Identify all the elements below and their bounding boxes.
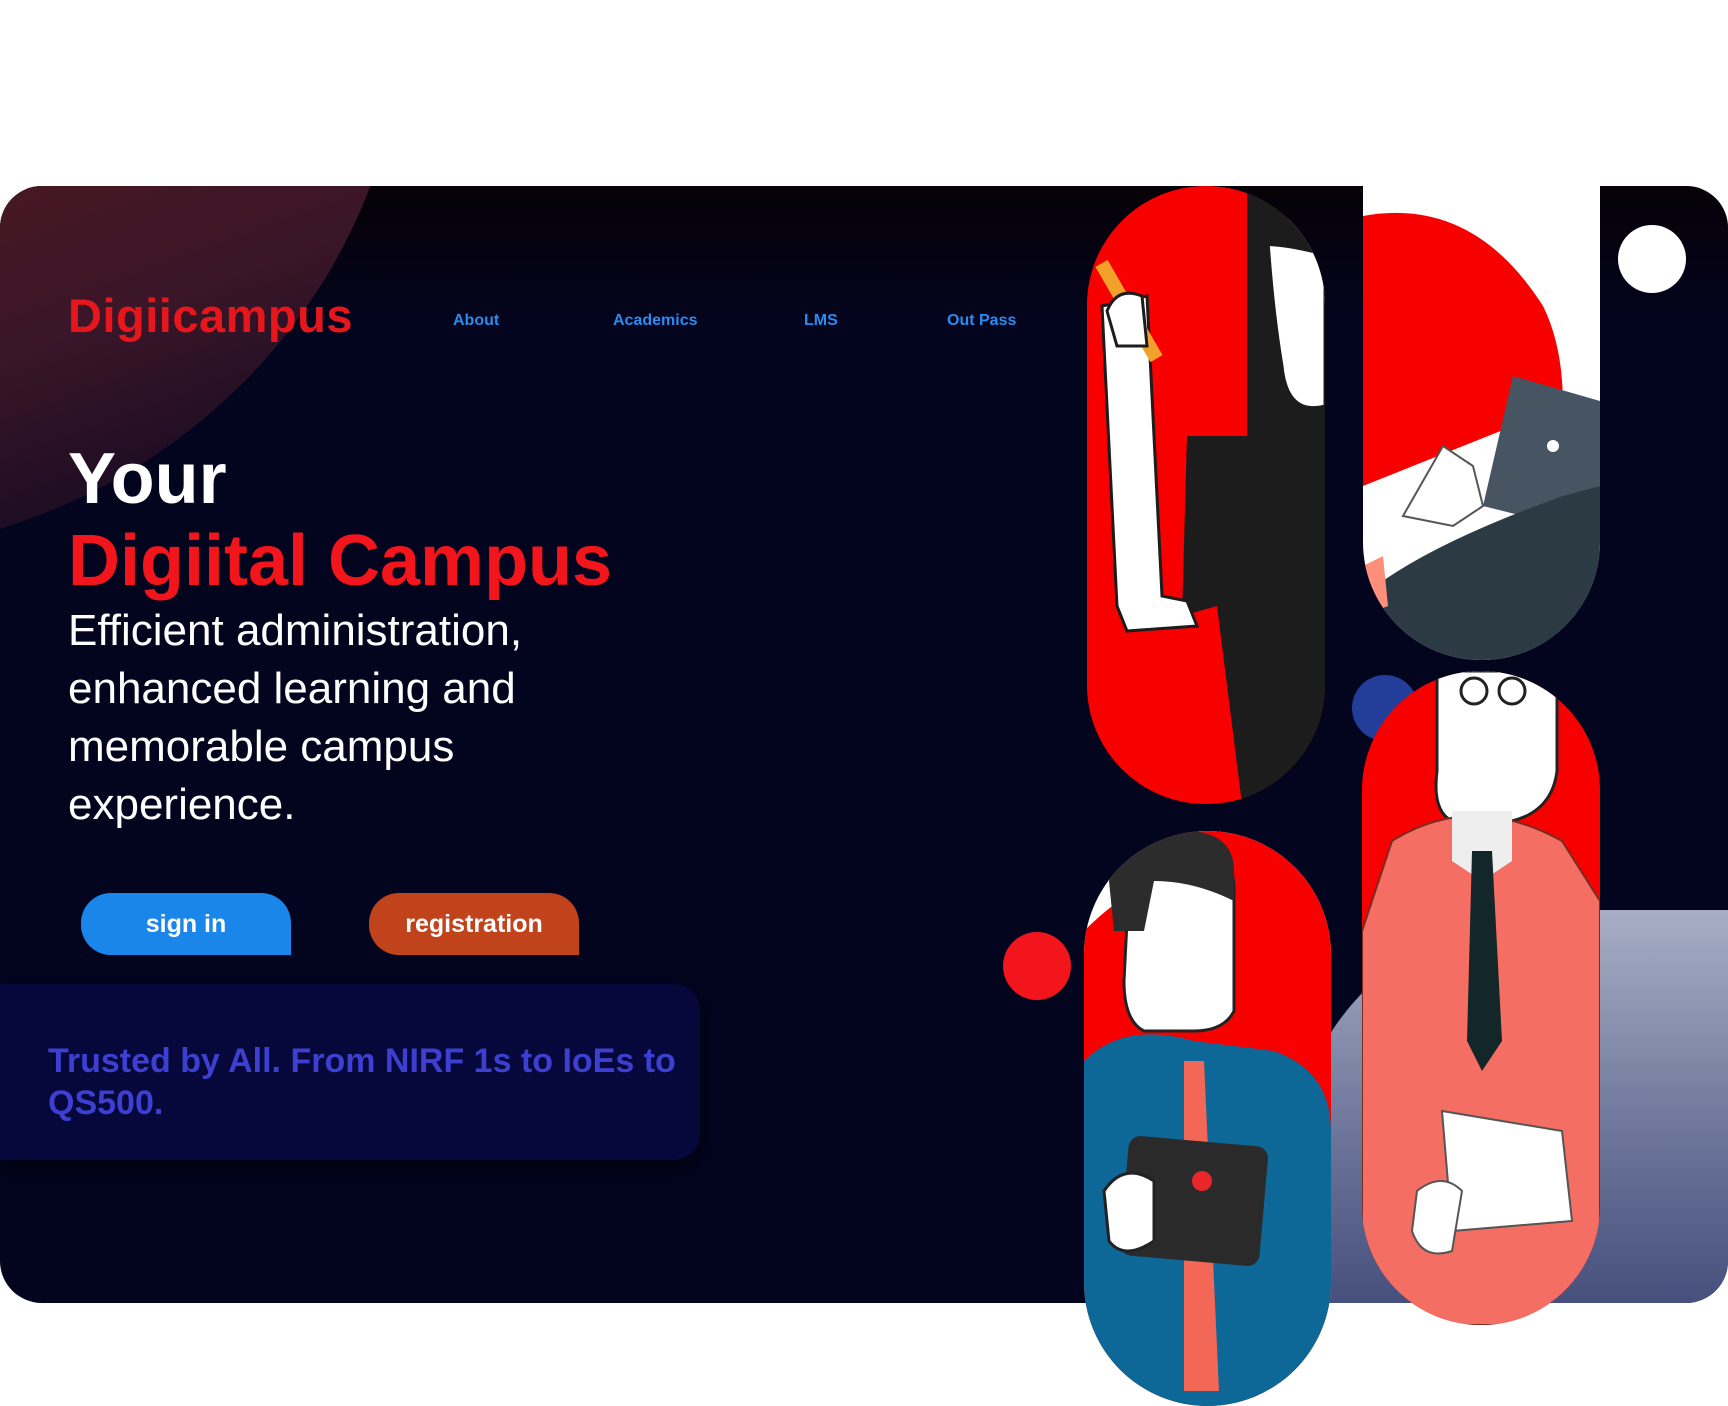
red-dot-icon <box>1003 932 1071 1000</box>
nav-about[interactable]: About <box>453 312 499 330</box>
registration-button[interactable]: registration <box>369 893 579 955</box>
trust-banner: Trusted by All. From NIRF 1s to IoEs to … <box>0 984 700 1160</box>
illustration-tablet-user <box>1084 831 1331 1406</box>
nav-academics[interactable]: Academics <box>613 312 698 330</box>
tablet-user-illustration <box>1084 831 1331 1406</box>
nav-out-pass[interactable]: Out Pass <box>947 312 1016 330</box>
student-pencil-illustration <box>1095 186 1325 804</box>
nav-lms[interactable]: LMS <box>804 312 838 330</box>
sign-in-button[interactable]: sign in <box>81 893 291 955</box>
hero-title-line1: Your <box>68 439 227 519</box>
illustration-laptop-user <box>1363 186 1600 660</box>
hero-subtitle: Efficient administration, enhanced learn… <box>68 606 523 829</box>
trust-text: Trusted by All. From NIRF 1s to IoEs to … <box>48 1042 676 1122</box>
illustration-coat-professional <box>1362 671 1600 1325</box>
brand-logo[interactable]: Digiicampus <box>68 288 353 343</box>
coat-professional-illustration <box>1362 671 1600 1325</box>
illustration-student-pencil <box>1087 186 1325 804</box>
white-dot-icon <box>1618 225 1686 293</box>
hero-title-line2: Digiital Campus <box>68 521 613 601</box>
laptop-user-illustration <box>1363 212 1600 660</box>
